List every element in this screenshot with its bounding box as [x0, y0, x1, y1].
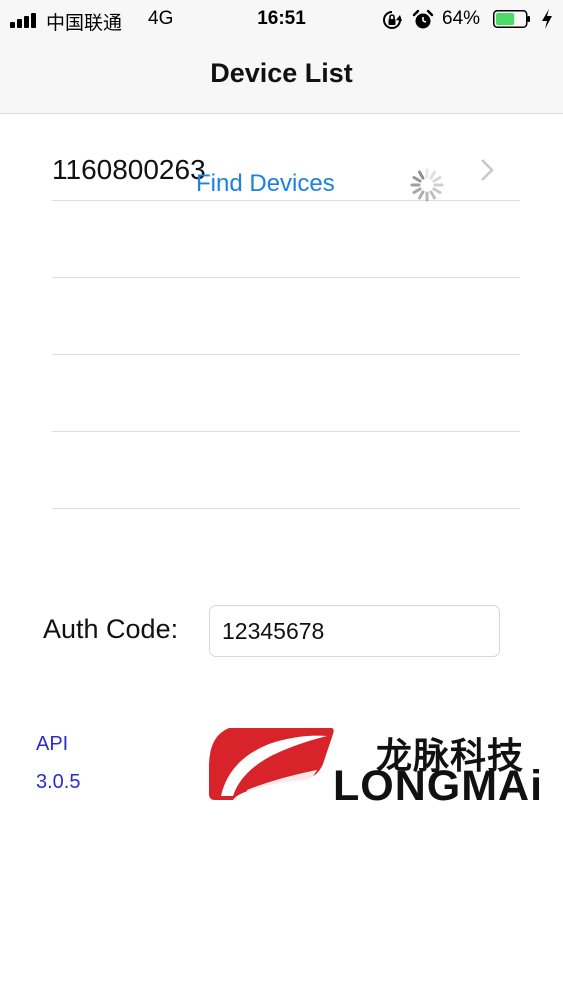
chevron-right-icon: [481, 159, 494, 181]
list-item[interactable]: [52, 432, 520, 509]
navigation-bar: Device List: [0, 40, 563, 114]
api-version: 3.0.5: [36, 771, 81, 793]
device-id-label: 1160800263: [52, 154, 206, 185]
spinner-spoke: [429, 190, 436, 200]
auth-code-input[interactable]: [209, 605, 500, 657]
longmai-logo-mark: [209, 728, 334, 800]
list-item[interactable]: [52, 278, 520, 355]
find-devices-label: Find Devices: [196, 170, 335, 197]
spinner-spoke: [412, 176, 422, 183]
auth-code-label: Auth Code:: [43, 614, 179, 644]
logo-english-text: LONGMAi: [333, 762, 544, 810]
list-item[interactable]: [52, 201, 520, 278]
spinner-spoke: [412, 187, 422, 194]
spinner-spoke: [432, 176, 442, 183]
spinner-spoke: [432, 187, 442, 194]
status-bar: 中国联通 4G 16:51 64%: [0, 0, 563, 40]
spinner-spoke: [418, 170, 425, 180]
device-list[interactable]: 1160800263 Find Devices: [0, 114, 563, 514]
battery-icon: [493, 10, 530, 28]
spinner-spoke: [418, 190, 425, 200]
charging-icon: [542, 9, 552, 29]
loading-spinner-icon: [410, 168, 444, 202]
orientation-lock-icon: [383, 11, 402, 29]
list-item[interactable]: [52, 355, 520, 432]
battery-percent: 64%: [442, 8, 481, 29]
spinner-spoke: [429, 170, 436, 180]
page-title: Device List: [210, 58, 353, 88]
alarm-icon: [412, 9, 434, 29]
row-divider: [52, 508, 520, 509]
api-label: API: [36, 733, 69, 755]
